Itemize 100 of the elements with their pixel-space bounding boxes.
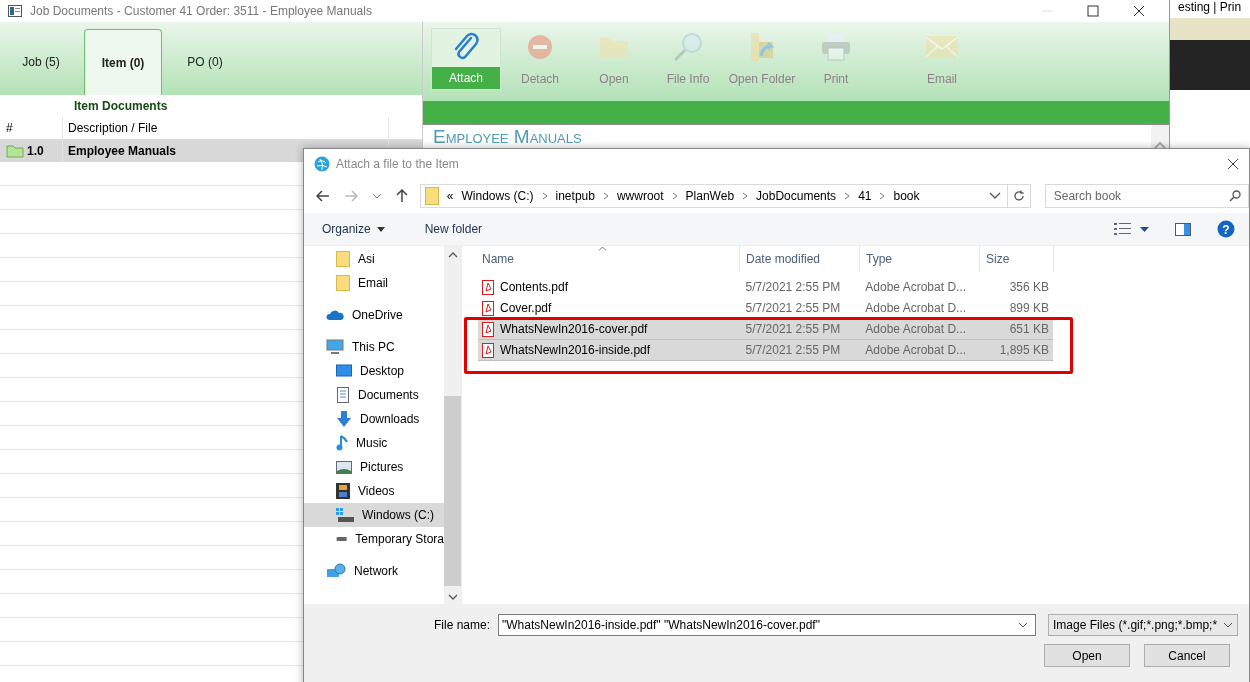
chevron-down-icon[interactable]: [988, 192, 1001, 200]
nav-item[interactable]: Email: [304, 271, 444, 295]
drive-icon: [336, 535, 348, 543]
column-header: Description / File: [63, 117, 389, 139]
scrollbar[interactable]: [444, 246, 461, 604]
view-options-icon[interactable]: [1114, 222, 1132, 236]
organize-menu[interactable]: Organize: [316, 218, 391, 240]
column-header[interactable]: Type: [860, 246, 980, 272]
scroll-down-icon[interactable]: [447, 594, 458, 600]
path-segment[interactable]: 41: [858, 189, 872, 203]
path-segment[interactable]: wwwroot: [616, 189, 664, 203]
nav-item[interactable]: Asi: [304, 247, 444, 271]
nav-item[interactable]: OneDrive: [304, 303, 444, 327]
globe-icon: [314, 156, 330, 172]
tab[interactable]: Job (5): [2, 29, 80, 95]
drive-icon: [336, 508, 354, 522]
picture-icon: [336, 460, 352, 474]
document-icon: [336, 387, 350, 403]
document-heading: Employee Manuals: [433, 127, 583, 147]
printer-icon: [821, 33, 851, 61]
close-icon[interactable]: [1227, 158, 1239, 170]
monitor-icon: [326, 339, 344, 355]
file-row[interactable]: WhatsNewIn2016-inside.pdf 5/7/2021 2:55 PM Adobe Acrobat D... 1,895 KB: [478, 340, 1053, 361]
pdf-icon: [482, 279, 494, 295]
path-segment[interactable]: inetpub: [555, 189, 595, 203]
folder-icon: [424, 187, 439, 205]
path-segment[interactable]: JobDocuments: [756, 189, 837, 203]
chevron-down-icon: [1223, 622, 1234, 628]
tab[interactable]: Item (0): [84, 29, 162, 95]
column-header[interactable]: Date modified: [740, 246, 860, 272]
path-segment[interactable]: book: [893, 189, 920, 203]
chevron-right-icon[interactable]: [742, 192, 749, 200]
chevron-right-icon[interactable]: [844, 192, 851, 200]
caret-icon[interactable]: [1140, 226, 1149, 232]
nav-item[interactable]: Temporary Stora: [304, 527, 444, 551]
nav-item[interactable]: Downloads: [304, 407, 444, 431]
minus-circle-icon: [527, 34, 553, 60]
film-icon: [336, 483, 350, 499]
chevron-right-icon[interactable]: [602, 192, 609, 200]
chevron-down-icon[interactable]: [371, 193, 382, 199]
scroll-up-icon[interactable]: [1154, 141, 1166, 149]
preview-pane-icon[interactable]: [1175, 222, 1191, 236]
folder-icon: [336, 275, 350, 291]
nav-item[interactable]: This PC: [304, 335, 444, 359]
chevron-right-icon[interactable]: [671, 192, 678, 200]
pdf-icon: [482, 342, 494, 358]
file-name-field[interactable]: "WhatsNewIn2016-inside.pdf" "WhatsNewIn2016-cover.pdf": [498, 614, 1037, 636]
tab[interactable]: PO (0): [166, 29, 244, 95]
chevron-right-icon[interactable]: [541, 192, 548, 200]
cancel-button[interactable]: Cancel: [1144, 644, 1230, 667]
nav-item[interactable]: Desktop: [304, 359, 444, 383]
nav-item[interactable]: Pictures: [304, 455, 444, 479]
address-bar[interactable]: « Windows (C:) inetpub wwwroot PlanWeb JobDocuments 41 book: [419, 184, 1008, 208]
panel-title: Item Documents: [73, 98, 169, 115]
chevron-down-icon: [1018, 622, 1029, 628]
refresh-icon: [1012, 190, 1025, 202]
file-row[interactable]: Contents.pdf 5/7/2021 2:55 PM Adobe Acrobat D... 356 KB: [478, 277, 1053, 298]
nav-item[interactable]: Windows (C:): [304, 503, 444, 527]
chevron-right-icon[interactable]: [879, 192, 886, 200]
open-button[interactable]: Open: [1044, 644, 1130, 667]
folder-arrow-icon: [749, 32, 775, 62]
window-title: esting | Prin: [1177, 0, 1243, 16]
folder-icon: [599, 35, 629, 59]
refresh-button[interactable]: [1006, 184, 1031, 208]
file-row[interactable]: Cover.pdf 5/7/2021 2:55 PM Adobe Acrobat D... 899 KB: [478, 298, 1053, 319]
app-icon: [8, 5, 22, 17]
file-row[interactable]: WhatsNewIn2016-cover.pdf 5/7/2021 2:55 PM Adobe Acrobat D... 651 KB: [478, 319, 1053, 340]
scroll-up-icon[interactable]: [447, 252, 458, 258]
back-arrow-icon[interactable]: [316, 190, 330, 202]
download-arrow-icon: [336, 411, 352, 427]
column-header[interactable]: Size: [980, 246, 1054, 272]
folder-icon: [336, 251, 350, 267]
overflow-chevron[interactable]: «: [446, 189, 454, 203]
close-icon[interactable]: [1133, 5, 1145, 17]
pdf-icon: [482, 300, 494, 316]
desktop-icon: [336, 364, 352, 378]
path-segment[interactable]: Windows (C:): [461, 189, 534, 203]
path-segment[interactable]: PlanWeb: [685, 189, 735, 203]
row-number: 1.0: [27, 144, 44, 158]
envelope-icon: [926, 36, 958, 58]
folder-icon: [6, 144, 24, 158]
magnifier-icon: [673, 32, 703, 62]
network-icon: [326, 563, 346, 579]
help-icon[interactable]: ?: [1217, 220, 1235, 238]
column-header: #: [0, 117, 63, 139]
search-icon: [1229, 190, 1241, 202]
nav-item[interactable]: Music: [304, 431, 444, 455]
cloud-icon: [326, 309, 344, 321]
music-note-icon: [336, 435, 348, 451]
up-arrow-icon[interactable]: [395, 189, 408, 203]
maximize-icon[interactable]: [1087, 5, 1099, 17]
file-type-dropdown[interactable]: Image Files (*.gif;*.png;*.bmp;*: [1048, 614, 1239, 636]
column-header[interactable]: Name: [478, 246, 740, 272]
search-field[interactable]: Search book: [1044, 184, 1249, 208]
nav-item[interactable]: Network: [304, 559, 444, 583]
pdf-icon: [482, 321, 494, 337]
nav-item[interactable]: Videos: [304, 479, 444, 503]
field-label: File name:: [434, 618, 491, 632]
new-folder-button[interactable]: New folder: [418, 218, 489, 240]
nav-item[interactable]: Documents: [304, 383, 444, 407]
